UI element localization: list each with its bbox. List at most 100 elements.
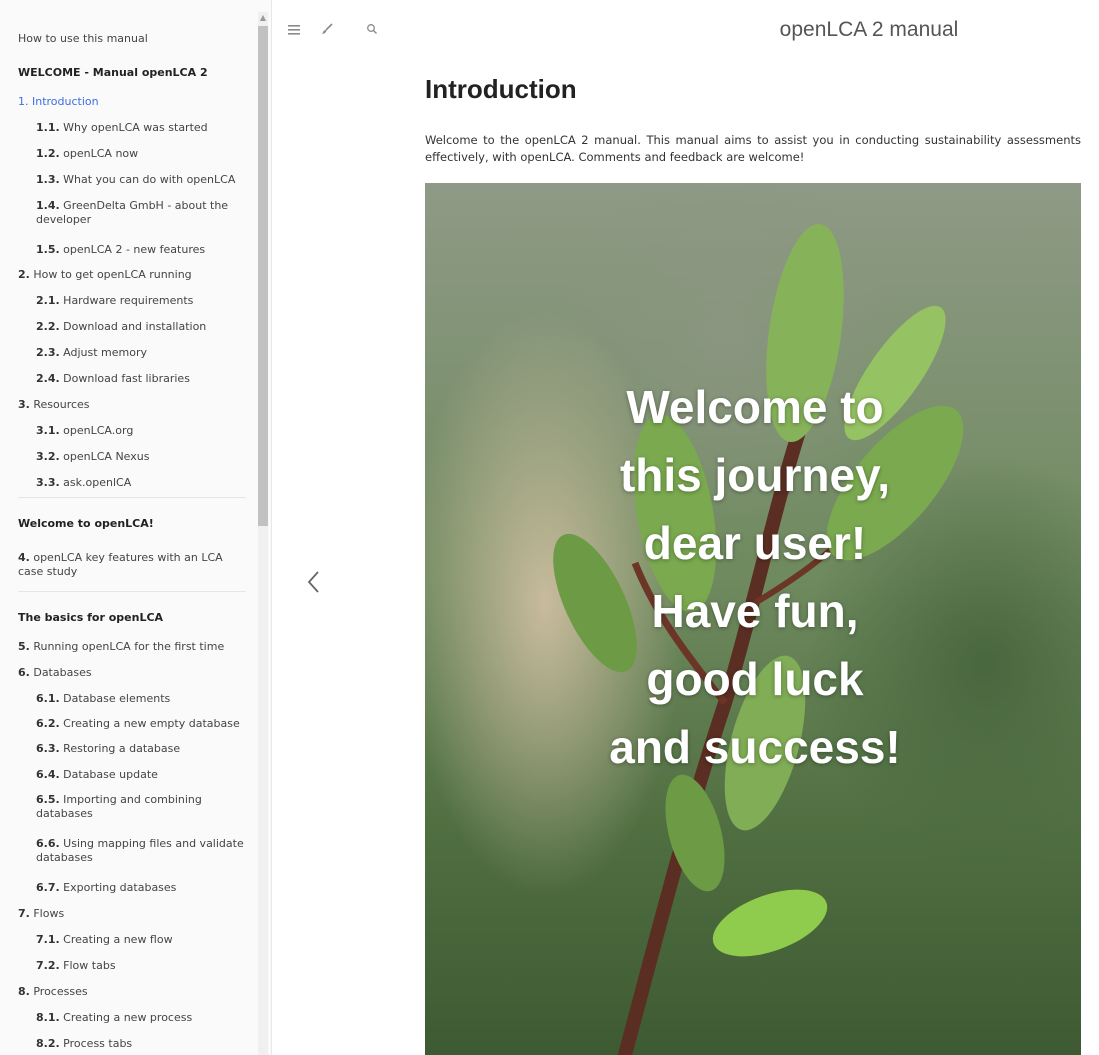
toc-label: ask.openlCA bbox=[63, 476, 132, 489]
hero-line: this journey, bbox=[619, 449, 891, 501]
toc-divider bbox=[18, 591, 246, 592]
toc-item-fast-libraries[interactable]: 2.4. Download fast libraries bbox=[0, 372, 252, 386]
toc-section-title: Welcome to openLCA! bbox=[18, 517, 154, 530]
toc-item-exporting-db[interactable]: 6.7. Exporting databases bbox=[0, 881, 252, 895]
toc-number: 3.1. bbox=[36, 424, 60, 437]
toc-item-db-update[interactable]: 6.4. Database update bbox=[0, 768, 252, 782]
toc-item-ask-openlca[interactable]: 3.3. ask.openlCA bbox=[0, 476, 252, 490]
toc-item-new-empty-db[interactable]: 6.2. Creating a new empty database bbox=[0, 717, 252, 731]
toc-item-openlca-now[interactable]: 1.2. openLCA now bbox=[0, 147, 252, 161]
intro-paragraph: Welcome to the openLCA 2 manual. This ma… bbox=[425, 133, 1081, 164]
toc-divider bbox=[18, 497, 246, 498]
toc-item-what-you-can-do[interactable]: 1.3. What you can do with openLCA bbox=[0, 173, 252, 187]
sidebar-scrollbar-thumb[interactable] bbox=[258, 26, 268, 526]
toc-item-openlca-org[interactable]: 3.1. openLCA.org bbox=[0, 424, 252, 438]
toc-number: 3. bbox=[18, 398, 30, 411]
toc-label: Using mapping files and validate databas… bbox=[36, 837, 244, 864]
toc-number: 2.4. bbox=[36, 372, 60, 385]
toc-section-title: The basics for openLCA bbox=[18, 611, 164, 624]
toc-label: Download and installation bbox=[63, 320, 207, 333]
toc-item-hardware[interactable]: 2.1. Hardware requirements bbox=[0, 294, 252, 308]
toc-item-adjust-memory[interactable]: 2.3. Adjust memory bbox=[0, 346, 252, 360]
toc-item-db-elements[interactable]: 6.1. Database elements bbox=[0, 692, 252, 706]
toc-number: 6.5. bbox=[36, 793, 60, 806]
toc-number: 6.3. bbox=[36, 742, 60, 755]
toc-number: 2.3. bbox=[36, 346, 60, 359]
toc-label: Process tabs bbox=[63, 1037, 133, 1050]
toc-number: 3.2. bbox=[36, 450, 60, 463]
toc-number: 6.2. bbox=[36, 717, 60, 730]
toc-item-first-time[interactable]: 5. Running openLCA for the first time bbox=[0, 640, 252, 654]
toc-item-restoring-db[interactable]: 6.3. Restoring a database bbox=[0, 742, 252, 756]
toc-item-process-tabs[interactable]: 8.2. Process tabs bbox=[0, 1037, 252, 1051]
toc-item-why-openlca[interactable]: 1.1. Why openLCA was started bbox=[0, 121, 252, 135]
toc-number: 6.1. bbox=[36, 692, 60, 705]
toc-item-nexus[interactable]: 3.2. openLCA Nexus bbox=[0, 450, 252, 464]
brush-icon[interactable] bbox=[317, 22, 337, 42]
toc-item-flows[interactable]: 7. Flows bbox=[0, 907, 252, 921]
toc-label: openLCA Nexus bbox=[63, 450, 150, 463]
toc-number: 8.1. bbox=[36, 1011, 60, 1024]
toc-item-processes[interactable]: 8. Processes bbox=[0, 985, 252, 999]
toc-item-introduction[interactable]: 1. Introduction bbox=[0, 95, 252, 109]
toc-label: openLCA key features with an LCA case st… bbox=[18, 551, 223, 578]
toc-number: 1.3. bbox=[36, 173, 60, 186]
toc-label: Adjust memory bbox=[63, 346, 148, 359]
toc-label: How to get openLCA running bbox=[33, 268, 192, 281]
toc-label: Creating a new process bbox=[63, 1011, 193, 1024]
toc-number: 7. bbox=[18, 907, 30, 920]
toc-item-how-to-use[interactable]: How to use this manual bbox=[0, 32, 252, 46]
toc-label: Creating a new flow bbox=[63, 933, 173, 946]
toc-label: Processes bbox=[33, 985, 88, 998]
toc-item-mapping-files[interactable]: 6.6. Using mapping files and validate da… bbox=[0, 837, 252, 865]
toc-number: 3.3. bbox=[36, 476, 60, 489]
toc-number: 4. bbox=[18, 551, 30, 564]
toc-section-title: WELCOME - Manual openLCA 2 bbox=[18, 66, 208, 79]
toc-label: Database elements bbox=[63, 692, 171, 705]
toc-label: Restoring a database bbox=[63, 742, 181, 755]
toc-number: 6.4. bbox=[36, 768, 60, 781]
sidebar: How to use this manual WELCOME - Manual … bbox=[0, 0, 272, 1055]
toc-label: What you can do with openLCA bbox=[63, 173, 236, 186]
toc-label: Running openLCA for the first time bbox=[33, 640, 225, 653]
toc-item-resources[interactable]: 3. Resources bbox=[0, 398, 252, 412]
toc-label: Importing and combining databases bbox=[36, 793, 202, 820]
hero-image: Welcome to this journey, dear user! Have… bbox=[425, 183, 1081, 1055]
toc-label: Flows bbox=[33, 907, 65, 920]
scroll-up-icon[interactable]: ▲ bbox=[258, 12, 268, 24]
toc-number: 8.2. bbox=[36, 1037, 60, 1050]
toc-section-welcome-manual: WELCOME - Manual openLCA 2 bbox=[0, 66, 252, 80]
toc-label: Resources bbox=[33, 398, 90, 411]
toc-item-new-features[interactable]: 1.5. openLCA 2 - new features bbox=[0, 243, 252, 257]
toc-label: openLCA now bbox=[63, 147, 139, 160]
toc-label: Creating a new empty database bbox=[63, 717, 240, 730]
toc-number: 2. bbox=[18, 268, 30, 281]
toc-item-new-flow[interactable]: 7.1. Creating a new flow bbox=[0, 933, 252, 947]
hero-line: Welcome to bbox=[626, 381, 884, 433]
toc-label: Database update bbox=[63, 768, 158, 781]
toc-label: Download fast libraries bbox=[63, 372, 190, 385]
toc-item-get-running[interactable]: 2. How to get openLCA running bbox=[0, 268, 252, 282]
toc-number: 1.2. bbox=[36, 147, 60, 160]
toc-label: How to use this manual bbox=[18, 32, 148, 45]
toc-item-new-process[interactable]: 8.1. Creating a new process bbox=[0, 1011, 252, 1025]
toc-item-importing-db[interactable]: 6.5. Importing and combining databases bbox=[0, 793, 252, 821]
chevron-left-icon[interactable] bbox=[300, 568, 326, 602]
toc-label: Hardware requirements bbox=[63, 294, 194, 307]
toc-item-greendelta[interactable]: 1.4. GreenDelta GmbH - about the develop… bbox=[0, 199, 252, 227]
book-title: openLCA 2 manual bbox=[779, 18, 959, 41]
toc-number: 5. bbox=[18, 640, 30, 653]
toc-number: 1.5. bbox=[36, 243, 60, 256]
toc-item-databases[interactable]: 6. Databases bbox=[0, 666, 252, 680]
toc-item-flow-tabs[interactable]: 7.2. Flow tabs bbox=[0, 959, 252, 973]
header: openLCA 2 manual bbox=[272, 0, 1099, 66]
search-icon[interactable] bbox=[362, 22, 382, 42]
toc-number: 7.1. bbox=[36, 933, 60, 946]
toc-label: openLCA.org bbox=[63, 424, 134, 437]
toc-number: 6.7. bbox=[36, 881, 60, 894]
toc-number: 1.4. bbox=[36, 199, 60, 212]
toc-item-download-install[interactable]: 2.2. Download and installation bbox=[0, 320, 252, 334]
toc-item-key-features[interactable]: 4. openLCA key features with an LCA case… bbox=[0, 551, 230, 579]
toc-section-welcome-openlca: Welcome to openLCA! bbox=[0, 517, 252, 531]
menu-icon[interactable] bbox=[284, 22, 304, 42]
